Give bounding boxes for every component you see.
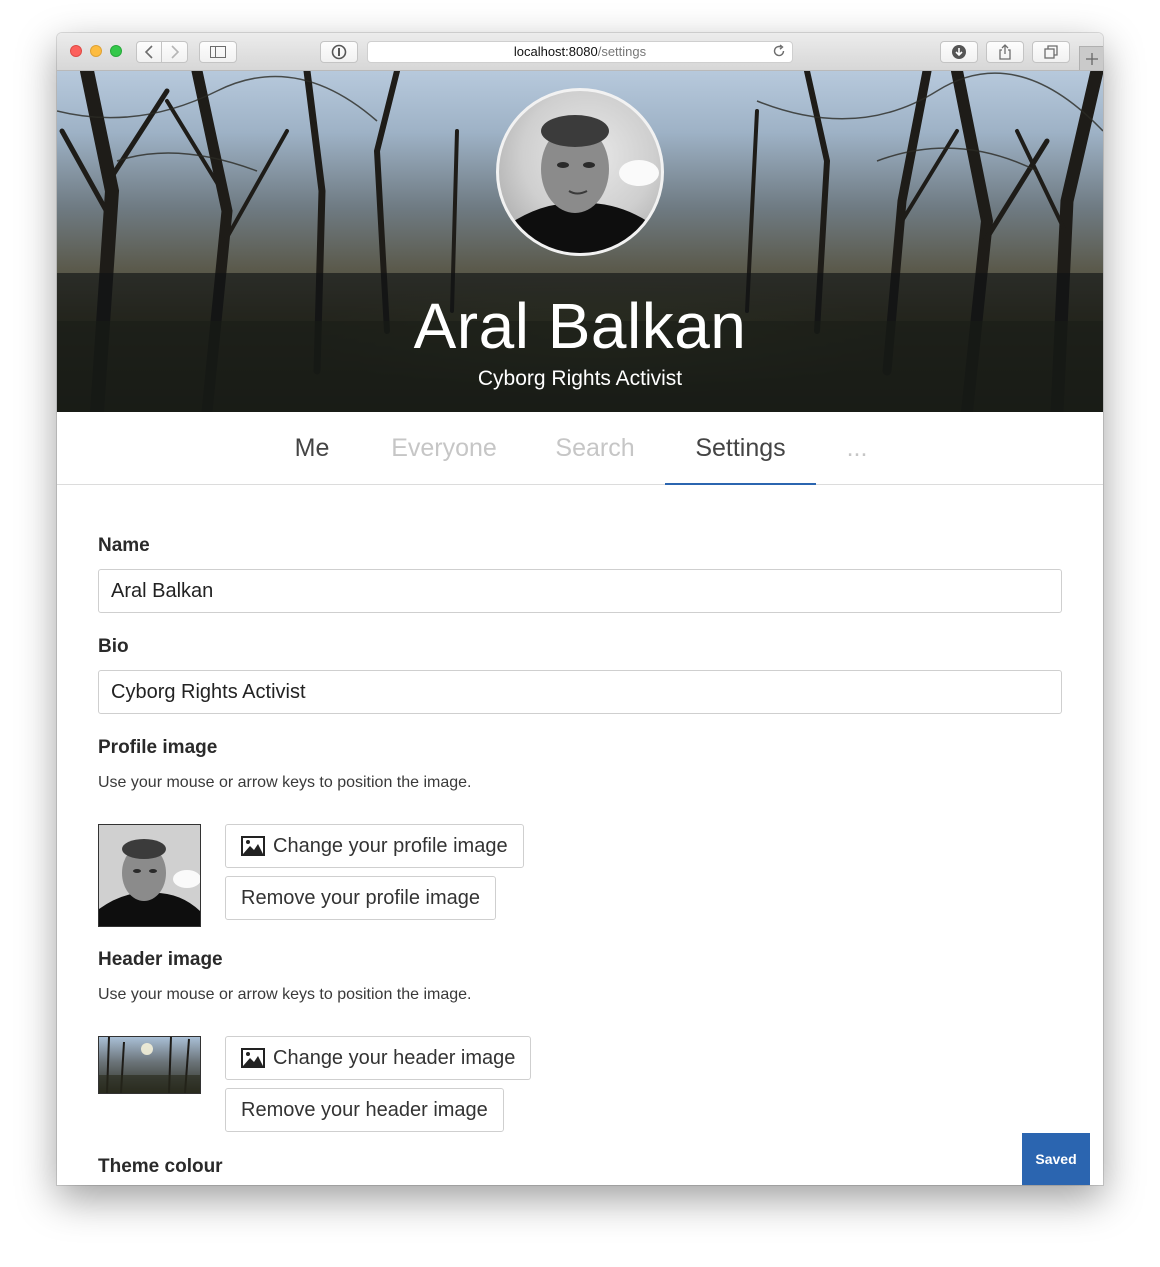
- fullscreen-window-button[interactable]: [110, 45, 122, 57]
- sidebar-toggle-button[interactable]: [199, 41, 237, 63]
- reload-button[interactable]: [772, 44, 786, 64]
- remove-profile-image-button[interactable]: Remove your profile image: [225, 876, 496, 920]
- downloads-button[interactable]: [940, 41, 978, 63]
- back-arrow-icon: [144, 45, 153, 59]
- show-all-tabs-button[interactable]: [1032, 41, 1070, 63]
- browser-toolbar: localhost:8080/settings: [57, 33, 1103, 71]
- navigation-buttons: [136, 41, 188, 63]
- new-tab-button[interactable]: [1079, 46, 1103, 70]
- tab-everyone[interactable]: Everyone: [383, 412, 505, 484]
- privacy-button[interactable]: [320, 41, 358, 63]
- tab-me[interactable]: Me: [273, 412, 351, 484]
- header-thumbnail-photo: [99, 1037, 200, 1093]
- url-path: /settings: [597, 44, 647, 59]
- theme-colour-label: Theme colour: [98, 1156, 223, 1177]
- browser-window: localhost:8080/settings Aral Balkan Cybo…: [57, 33, 1103, 1185]
- tab-search[interactable]: Search: [547, 412, 643, 484]
- header-image-label: Header image: [98, 949, 223, 970]
- tabs-overview-icon: [1044, 45, 1058, 59]
- bio-label: Bio: [98, 636, 129, 657]
- minimize-window-button[interactable]: [90, 45, 102, 57]
- change-header-image-label: Change your header image: [273, 1046, 516, 1069]
- profile-header: Aral Balkan Cyborg Rights Activist: [57, 71, 1103, 412]
- profile-thumbnail-photo: [99, 825, 200, 926]
- main-navigation-tabs: Me Everyone Search Settings ...: [57, 412, 1103, 485]
- bio-field[interactable]: [98, 670, 1062, 714]
- reload-icon: [773, 44, 785, 57]
- share-icon: [999, 44, 1011, 60]
- plus-icon: [1085, 52, 1098, 65]
- forward-arrow-icon: [170, 45, 179, 59]
- tab-settings[interactable]: Settings: [665, 412, 816, 485]
- remove-header-image-button[interactable]: Remove your header image: [225, 1088, 504, 1132]
- image-icon: [241, 1048, 265, 1068]
- remove-header-image-label: Remove your header image: [241, 1098, 488, 1121]
- address-bar[interactable]: localhost:8080/settings: [367, 41, 793, 63]
- profile-avatar: [496, 88, 664, 256]
- profile-image-preview[interactable]: [98, 824, 201, 927]
- remove-profile-image-label: Remove your profile image: [241, 886, 480, 909]
- profile-bio: Cyborg Rights Activist: [477, 367, 683, 390]
- close-window-button[interactable]: [70, 45, 82, 57]
- change-profile-image-button[interactable]: Change your profile image: [225, 824, 524, 868]
- forward-button[interactable]: [162, 41, 188, 63]
- profile-image-label: Profile image: [98, 737, 218, 758]
- name-label: Name: [98, 535, 150, 556]
- privacy-info-icon: [331, 44, 347, 60]
- header-image-hint: Use your mouse or arrow keys to position…: [98, 986, 472, 1003]
- image-icon: [241, 836, 265, 856]
- url-host: localhost:8080: [513, 44, 598, 59]
- back-button[interactable]: [136, 41, 162, 63]
- download-icon: [952, 45, 966, 59]
- profile-name: Aral Balkan: [413, 290, 747, 362]
- profile-image-hint: Use your mouse or arrow keys to position…: [98, 774, 472, 791]
- profile-photo: [499, 115, 661, 253]
- name-field[interactable]: [98, 569, 1062, 613]
- sidebar-icon: [210, 46, 226, 58]
- saved-status-badge: Saved: [1022, 1133, 1090, 1185]
- header-image-preview[interactable]: [98, 1036, 201, 1094]
- change-header-image-button[interactable]: Change your header image: [225, 1036, 532, 1080]
- change-profile-image-label: Change your profile image: [273, 834, 508, 857]
- share-button[interactable]: [986, 41, 1024, 63]
- tab-more[interactable]: ...: [837, 412, 877, 484]
